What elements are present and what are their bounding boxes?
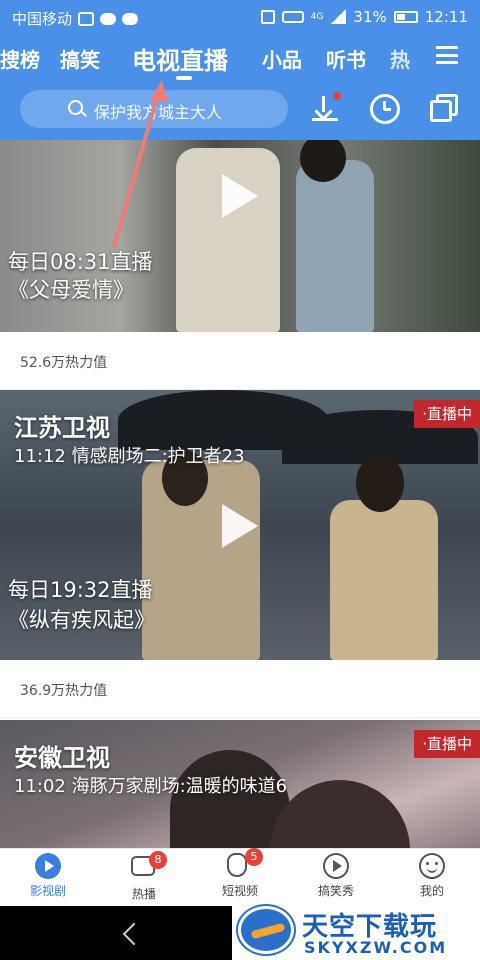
nav-badge: 8: [149, 851, 167, 869]
mute-icon: [260, 10, 275, 24]
tab-funny[interactable]: 搞笑: [60, 44, 100, 73]
channel-name: 江苏卫视: [14, 414, 110, 442]
app-notification-icon: [78, 11, 95, 26]
wechat-icon: [122, 12, 139, 25]
hand-icon: [227, 853, 247, 877]
nav-label: 热播: [131, 887, 156, 901]
tab-sketch[interactable]: 小品: [262, 44, 302, 73]
network-type: 4G: [310, 12, 324, 22]
history-icon[interactable]: [370, 94, 400, 124]
bottom-nav: 影视剧 8 热播 5 短视频 搞笑秀 我的: [0, 848, 480, 906]
message-icon: [100, 12, 117, 25]
search-input[interactable]: 保护我方城主大人: [20, 90, 288, 128]
daily-schedule: 每日08:31直播: [8, 250, 153, 274]
nav-tv-series[interactable]: 影视剧: [0, 853, 96, 899]
play-circle-icon: [323, 853, 349, 879]
show-title: 《纵有疾风起》: [8, 608, 155, 632]
carrier-label: 中国移动: [12, 10, 73, 28]
nav-me[interactable]: 我的: [384, 853, 480, 899]
tab-search-rank[interactable]: 搜榜: [0, 44, 40, 73]
watermark-url: SKYXZW.COM: [304, 938, 448, 957]
nav-badge: 5: [245, 848, 263, 866]
live-badge: ·直播中: [414, 400, 480, 428]
hd-icon: [281, 11, 304, 23]
nav-label: 我的: [419, 884, 444, 898]
current-program: 11:12 情感剧场二:护卫者23: [14, 446, 245, 467]
search-icon: [68, 100, 83, 115]
site-logo-icon: [238, 906, 294, 954]
live-channel-card[interactable]: 江苏卫视 11:12 情感剧场二:护卫者23 ·直播中 每日19:32直播 《纵…: [0, 390, 480, 720]
nav-label: 搞笑秀: [317, 884, 354, 898]
download-icon[interactable]: [310, 92, 341, 124]
tab-audiobook[interactable]: 听书: [326, 44, 366, 73]
app-header: 中国移动 4G 31% 12:11 搜榜 搞笑 电视直播 小品 听书 热 保护我…: [0, 0, 480, 140]
nav-trending[interactable]: 8 热播: [96, 851, 192, 902]
back-icon[interactable]: [124, 924, 140, 944]
nav-label: 短视频: [221, 884, 258, 898]
multi-screen-icon[interactable]: [430, 94, 460, 124]
nav-funny-show[interactable]: 搞笑秀: [288, 853, 384, 899]
play-icon[interactable]: [222, 174, 258, 218]
smile-icon: [419, 853, 445, 879]
current-program: 11:02 海豚万家剧场:温暖的味道6: [14, 776, 288, 797]
tab-hot[interactable]: 热: [390, 44, 410, 73]
download-notification-dot: [333, 92, 341, 100]
tab-tv-live[interactable]: 电视直播: [132, 41, 228, 76]
category-tabs: 搜榜 搞笑 电视直播 小品 听书 热: [0, 38, 480, 84]
play-icon[interactable]: [222, 504, 258, 548]
heat-value: 36.9万热力值: [20, 683, 108, 699]
nav-label: 影视剧: [29, 884, 66, 898]
live-channel-card[interactable]: 安徽卫视 11:02 海豚万家剧场:温暖的味道6 ·直播中: [0, 720, 480, 848]
clock-time: 12:11: [424, 8, 468, 26]
live-channel-card[interactable]: 每日08:31直播 《父母爱情》 52.6万热力值: [0, 140, 480, 390]
menu-icon[interactable]: [436, 46, 458, 64]
signal-icon: [330, 10, 347, 24]
channel-name: 安徽卫视: [14, 744, 110, 772]
site-watermark: 天空下载玩 SKYXZW.COM: [232, 900, 480, 960]
status-bar: 中国移动 4G 31% 12:11: [0, 0, 480, 34]
nav-short-video[interactable]: 5 短视频: [192, 848, 288, 899]
heat-value: 52.6万热力值: [20, 355, 108, 371]
battery-icon: [393, 11, 418, 23]
active-tab-indicator: [176, 76, 192, 80]
video-play-icon: [35, 853, 61, 879]
show-title: 《父母爱情》: [8, 278, 134, 302]
battery-percent: 31%: [353, 8, 387, 26]
daily-schedule: 每日19:32直播: [8, 578, 153, 602]
live-badge: ·直播中: [414, 730, 480, 758]
search-placeholder: 保护我方城主大人: [94, 103, 223, 122]
